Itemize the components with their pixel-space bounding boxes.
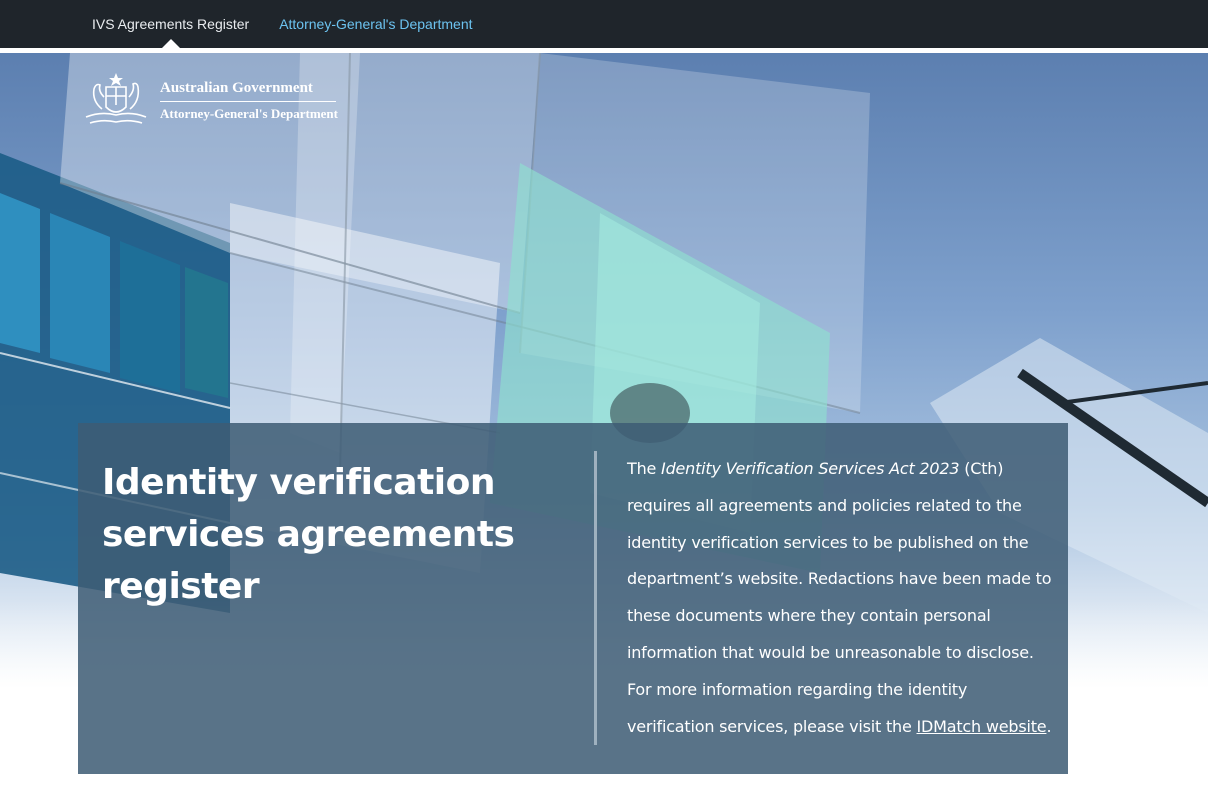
idmatch-website-link[interactable]: IDMatch website bbox=[917, 717, 1047, 736]
nav-ivs-agreements-register[interactable]: IVS Agreements Register bbox=[92, 0, 249, 48]
hero-info-panel: Identity verification services agreement… bbox=[78, 423, 1068, 774]
description-text: (Cth) requires all agreements and polici… bbox=[627, 459, 1052, 736]
top-navigation: IVS Agreements Register Attorney-General… bbox=[0, 0, 1208, 48]
coat-of-arms-icon bbox=[85, 73, 147, 124]
hero-banner: Australian Government Attorney-General's… bbox=[0, 53, 1208, 800]
hero-description: The Identity Verification Services Act 2… bbox=[627, 451, 1052, 745]
description-prefix: The bbox=[627, 459, 662, 478]
government-logo[interactable]: Australian Government Attorney-General's… bbox=[78, 69, 338, 133]
nav-attorney-generals-department[interactable]: Attorney-General's Department bbox=[279, 0, 472, 48]
logo-line-australian-government: Australian Government bbox=[160, 80, 336, 102]
logo-text: Australian Government Attorney-General's… bbox=[160, 80, 338, 122]
act-name: Identity Verification Services Act 2023 bbox=[661, 459, 960, 478]
description-end: . bbox=[1046, 716, 1052, 736]
page-title: Identity verification services agreement… bbox=[102, 462, 515, 607]
logo-line-department: Attorney-General's Department bbox=[160, 106, 338, 121]
panel-divider bbox=[594, 451, 597, 745]
